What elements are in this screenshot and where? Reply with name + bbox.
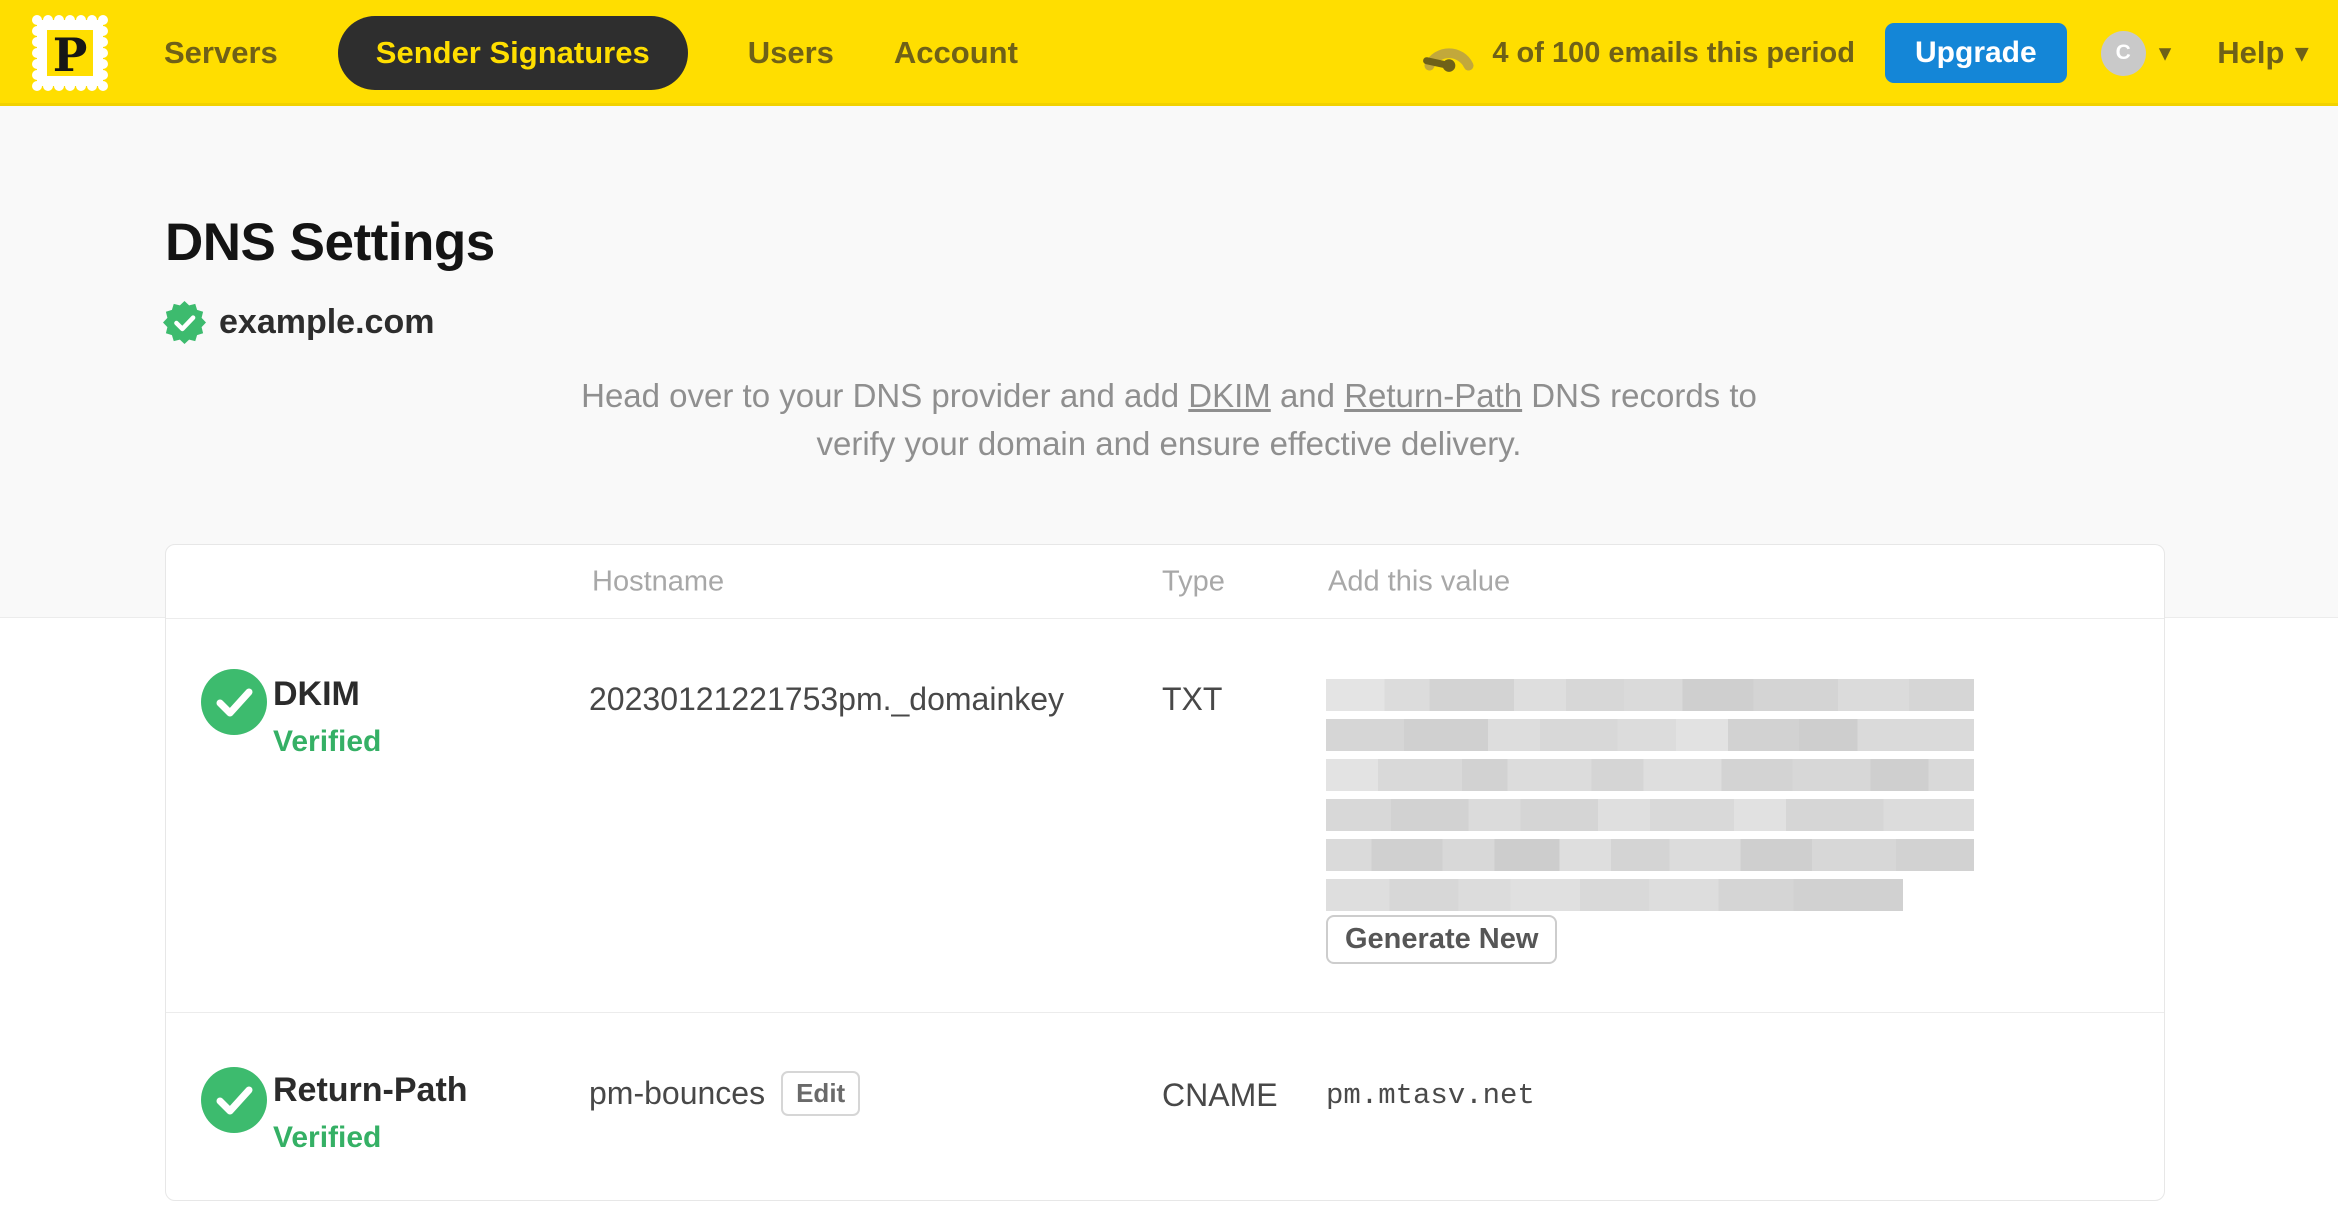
table-header: Hostname Type Add this value xyxy=(166,545,2164,619)
column-header-type: Type xyxy=(1162,565,1225,597)
record-hostname: pm-bounces Edit xyxy=(589,1071,861,1116)
verified-seal-icon xyxy=(163,301,206,344)
record-name: DKIM xyxy=(273,675,360,713)
record-hostname: 20230121221753pm._domainkey xyxy=(589,681,1064,718)
nav-item-servers[interactable]: Servers xyxy=(164,35,278,71)
record-type: TXT xyxy=(1162,681,1223,717)
chevron-down-icon: ▾ xyxy=(2158,38,2172,67)
logo-letter: P xyxy=(53,28,88,82)
table-row-dkim: DKIM Verified 20230121221753pm._domainke… xyxy=(166,619,2164,1013)
redacted-line xyxy=(1326,679,1974,711)
account-menu[interactable]: C ▾ xyxy=(2100,30,2172,76)
redacted-line xyxy=(1326,719,1974,751)
top-nav: P Servers Sender Signatures Users Accoun… xyxy=(0,0,2338,106)
gauge-icon xyxy=(1423,48,1474,72)
description-line-1: Head over to your DNS provider and add D… xyxy=(0,372,2338,420)
nav-item-users[interactable]: Users xyxy=(748,35,834,71)
edit-button[interactable]: Edit xyxy=(781,1071,861,1116)
help-menu[interactable]: Help ▾ xyxy=(2217,35,2308,71)
primary-nav: Servers Sender Signatures Users Account xyxy=(164,16,1018,90)
chevron-down-icon: ▾ xyxy=(2295,38,2308,67)
redacted-dns-value xyxy=(1326,679,1974,919)
redacted-line xyxy=(1326,759,1974,791)
nav-right-group: 4 of 100 emails this period Upgrade C ▾ … xyxy=(1421,23,2308,83)
redacted-line xyxy=(1326,839,1974,871)
avatar[interactable]: C xyxy=(2100,30,2146,76)
check-circle-icon xyxy=(201,1067,267,1133)
upgrade-button[interactable]: Upgrade xyxy=(1885,23,2067,83)
record-value: pm.mtasv.net xyxy=(1326,1079,1535,1112)
help-label: Help xyxy=(2217,35,2285,70)
redacted-line xyxy=(1326,799,1974,831)
page-description: Head over to your DNS provider and add D… xyxy=(0,372,2338,468)
status-badge: Verified xyxy=(273,1121,382,1154)
page-title: DNS Settings xyxy=(165,213,495,272)
postmark-logo[interactable]: P xyxy=(30,13,110,93)
domain-name: example.com xyxy=(219,303,435,341)
record-type: CNAME xyxy=(1162,1077,1278,1113)
column-header-hostname: Hostname xyxy=(592,565,725,597)
description-text: Head over to your DNS provider and add xyxy=(581,377,1189,414)
nav-item-account[interactable]: Account xyxy=(894,35,1018,71)
dns-records-card: Hostname Type Add this value DKIM Verifi… xyxy=(165,544,2165,1201)
description-text: and xyxy=(1270,377,1345,414)
usage-text: 4 of 100 emails this period xyxy=(1492,36,1855,69)
return-path-link[interactable]: Return-Path xyxy=(1344,377,1522,414)
column-header-value: Add this value xyxy=(1328,565,1511,597)
hostname-text: 20230121221753pm._domainkey xyxy=(589,681,1065,717)
check-circle-icon xyxy=(201,669,267,735)
usage-meter: 4 of 100 emails this period xyxy=(1421,33,1855,73)
status-badge: Verified xyxy=(273,725,382,758)
table-row-return-path: Return-Path Verified pm-bounces Edit CNA… xyxy=(166,1013,2164,1202)
description-line-2: verify your domain and ensure effective … xyxy=(816,425,1522,462)
hostname-text: pm-bounces xyxy=(589,1075,766,1111)
domain-row: example.com xyxy=(163,301,434,344)
generate-new-button[interactable]: Generate New xyxy=(1326,915,1558,964)
record-name: Return-Path xyxy=(273,1071,468,1109)
redacted-line xyxy=(1326,879,1903,911)
nav-item-sender-signatures[interactable]: Sender Signatures xyxy=(337,16,688,90)
description-text: DNS records to xyxy=(1522,377,1757,414)
dkim-link[interactable]: DKIM xyxy=(1188,377,1271,414)
